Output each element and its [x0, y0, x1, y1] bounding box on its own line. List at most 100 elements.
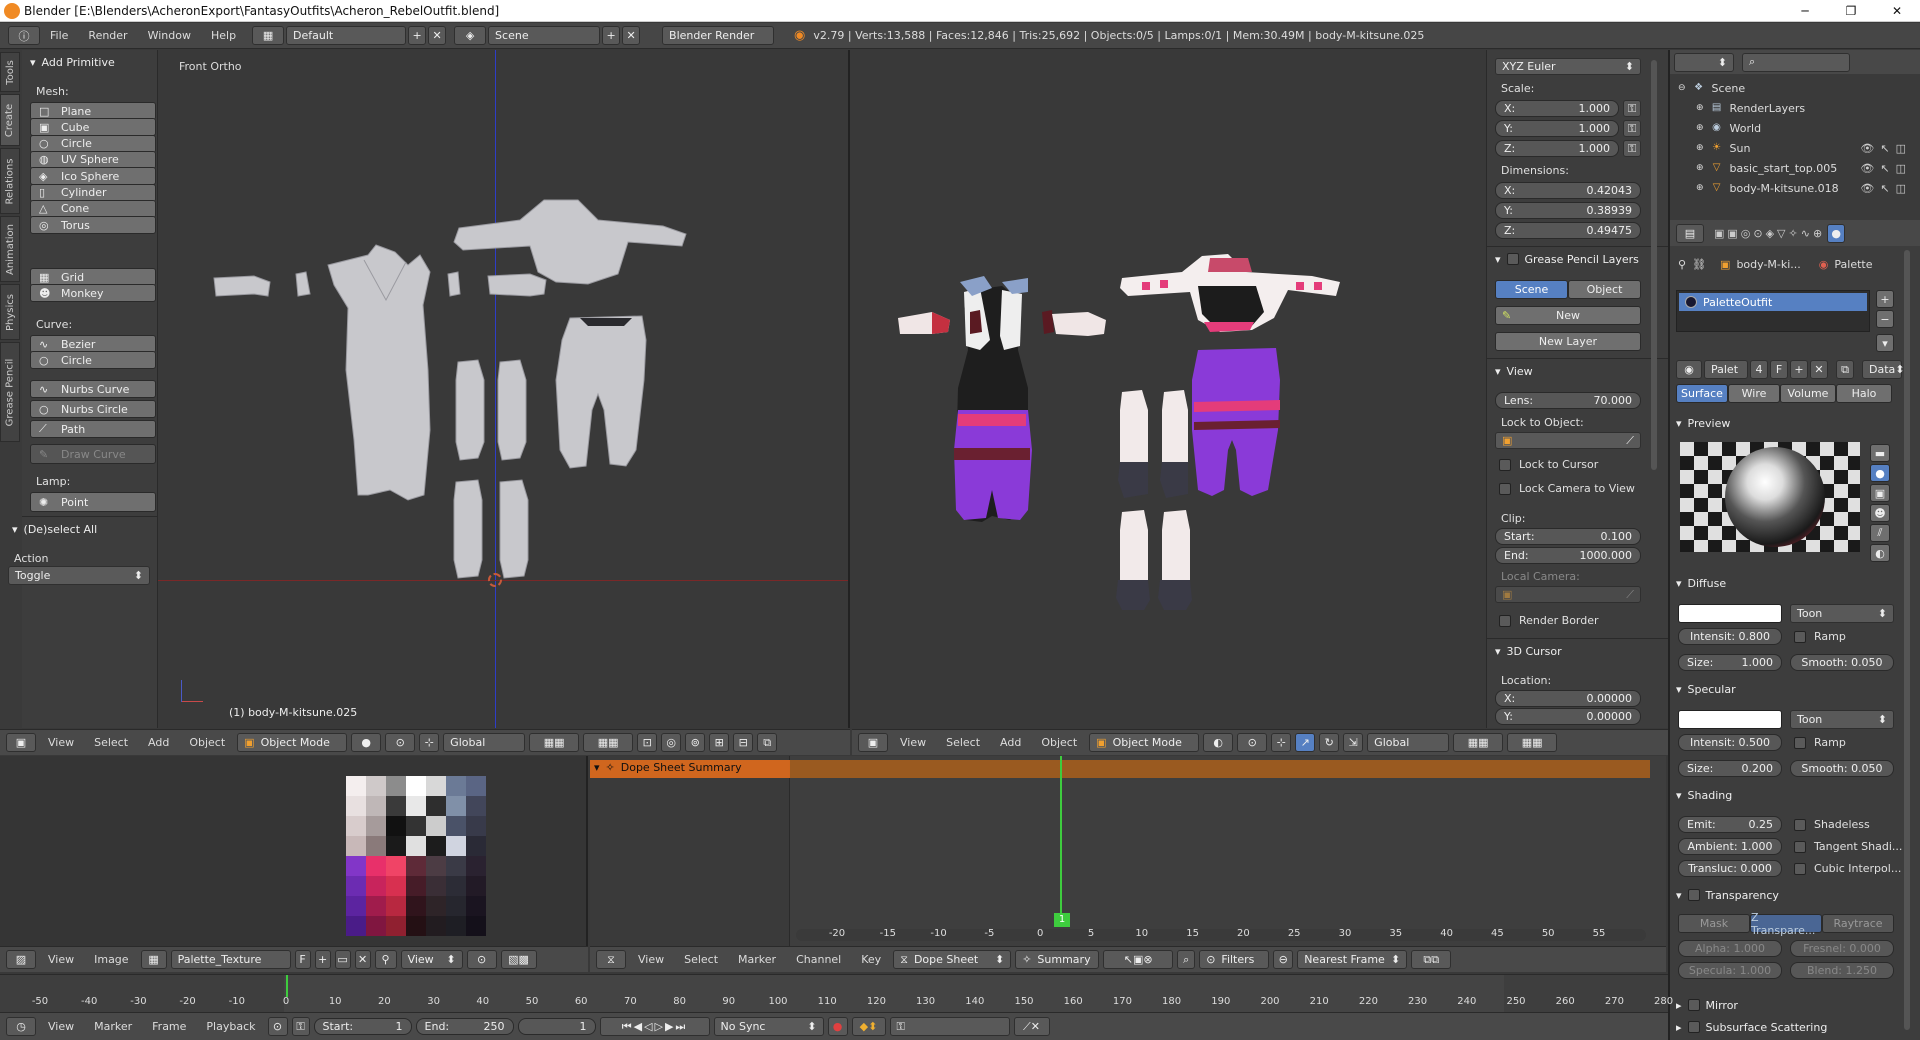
menu-select[interactable]: Select — [86, 736, 136, 749]
current-frame-field[interactable]: 1 — [517, 1018, 596, 1035]
outliner-item-scene[interactable]: ⊖ ❖ Scene — [1674, 78, 1918, 98]
timeline[interactable]: -50 -40 -30 -20 -10 0 10 20 30 40 50 60 70 80 90 100 110… — [0, 974, 1673, 1013]
diffuse-size-field[interactable]: Size: 1.000 — [1678, 654, 1782, 671]
scale-x-field[interactable]: X: 1.000 — [1495, 100, 1619, 117]
layout-icon[interactable]: ▦ — [252, 26, 285, 45]
layers-grid-right-1[interactable]: ▦▦ — [1453, 733, 1504, 752]
material-slot-list[interactable]: PaletteOutfit — [1676, 290, 1870, 332]
scale-z-lock-icon[interactable]: ⚿ — [1623, 140, 1641, 157]
preview-sky-icon[interactable]: ◐ — [1870, 544, 1890, 562]
point-lamp-button[interactable]: ✺ Point — [30, 492, 156, 512]
gp-new-layer-button[interactable]: New Layer — [1495, 332, 1641, 351]
add-uv-sphere-button[interactable]: ◍ UV Sphere — [30, 150, 156, 169]
new-material-icon[interactable]: + — [1790, 360, 1808, 379]
fake-user-button[interactable]: F — [1770, 360, 1788, 379]
transparency-mask-tab[interactable]: Mask — [1678, 914, 1750, 933]
outliner-item-renderlayers[interactable]: ⊕ ▤ RenderLayers — [1674, 98, 1918, 118]
scene-icon[interactable]: ◈ — [454, 26, 487, 45]
action-select[interactable]: Toggle ⬍ — [8, 566, 150, 585]
visibility-icons[interactable]: 👁↖◫ — [1860, 142, 1912, 155]
remove-scene-icon[interactable]: ✕ — [622, 26, 641, 45]
ds-menu-view[interactable]: View — [630, 953, 672, 966]
add-nurbs-circle-button[interactable]: ○ Nurbs Circle — [30, 400, 156, 418]
render-icon[interactable]: ⊟ — [733, 733, 754, 752]
add-cylinder-button[interactable]: ▯ Cylinder — [30, 183, 156, 202]
menu-add-right[interactable]: Add — [992, 736, 1029, 749]
expand-icon[interactable]: ⊕ — [1696, 123, 1704, 133]
preview-flat-icon[interactable]: ▬ — [1870, 444, 1890, 462]
outliner-display-select[interactable]: ⬍ — [1674, 52, 1734, 72]
lock-object-field[interactable]: ▣ ⟋ — [1495, 432, 1641, 449]
diffuse-shader-select[interactable]: Toon ⬍ — [1790, 604, 1894, 623]
scale-z-field[interactable]: Z: 1.000 — [1495, 140, 1619, 157]
ambient-field[interactable]: Ambient: 1.000 — [1678, 838, 1782, 855]
image-menu-image[interactable]: Image — [86, 953, 136, 966]
tab-wire[interactable]: Wire — [1728, 384, 1780, 403]
menu-view-right[interactable]: View — [892, 736, 934, 749]
properties-context-icons[interactable]: ▣▣◎⊙◈▽✧∿⊕ — [1714, 227, 1825, 240]
only-selected-icons[interactable]: ↖▣⊗ — [1103, 950, 1174, 969]
image-pivot-icon[interactable]: ⊙ — [466, 950, 497, 969]
image-view-mode-select[interactable]: View ⬍ — [400, 950, 463, 969]
add-scene-icon[interactable]: + — [602, 26, 621, 45]
browse-image-icon[interactable]: ▦ — [140, 950, 167, 969]
manipulator-right-icon[interactable]: ⊹ — [1271, 733, 1292, 752]
pin-image-icon[interactable]: ⚲ — [374, 950, 397, 969]
menu-object[interactable]: Object — [181, 736, 233, 749]
blend-field[interactable]: Blend: 1.250 — [1790, 962, 1894, 979]
preview-header[interactable]: ▾ Preview — [1676, 414, 1730, 432]
dimension-y-field[interactable]: Y: 0.38939 — [1495, 202, 1641, 219]
material-name-field[interactable]: Palet — [1704, 360, 1748, 379]
expand-icon[interactable]: ⊖ — [1678, 83, 1686, 93]
gp-new-button[interactable]: ✎ New — [1495, 306, 1641, 325]
properties-editor-scrollbar[interactable] — [1904, 250, 1910, 1030]
menu-window[interactable]: Window — [138, 29, 201, 42]
grease-pencil-header[interactable]: ▾ Grease Pencil Layers — [1495, 250, 1639, 268]
close-button[interactable]: ✕ — [1874, 0, 1920, 22]
textured-outfit-meshes[interactable] — [852, 50, 1484, 728]
expand-icon[interactable]: ⊕ — [1696, 163, 1704, 173]
lock-range-icon[interactable]: ⚿ — [291, 1017, 310, 1036]
outliner-item-basic-start-top-005[interactable]: ⊕ ▽ basic_start_top.005 👁↖◫ — [1674, 158, 1918, 178]
preview-hair-icon[interactable]: ⫽ — [1870, 524, 1890, 542]
sync-mode-select[interactable]: No Sync ⬍ — [713, 1017, 824, 1036]
editor-type-3dview-right-icon[interactable]: ▣ — [858, 733, 888, 752]
preview-cube-icon[interactable]: ▣ — [1870, 484, 1890, 502]
tab-animation[interactable]: Animation — [0, 216, 20, 282]
snap-mode-select[interactable]: Nearest Frame ⬍ — [1297, 950, 1408, 969]
ds-menu-marker[interactable]: Marker — [730, 953, 784, 966]
specular-color-swatch[interactable] — [1678, 710, 1782, 729]
ds-menu-select[interactable]: Select — [676, 953, 726, 966]
copy-paste-keys-icons[interactable]: ⧉⧉ — [1411, 950, 1452, 969]
new-image-icon[interactable]: + — [314, 950, 331, 969]
add-slot-icon[interactable]: + — [1876, 290, 1894, 308]
tl-menu-playback[interactable]: Playback — [198, 1020, 263, 1033]
maximize-button[interactable]: ❐ — [1828, 0, 1874, 22]
tl-menu-view[interactable]: View — [40, 1020, 82, 1033]
sss-header[interactable]: ▸ Subsurface Scattering — [1676, 1018, 1827, 1036]
dimension-x-field[interactable]: X: 0.42043 — [1495, 182, 1641, 199]
specular-smooth-field[interactable]: Smooth: 0.050 — [1790, 760, 1894, 777]
lock-camera-check[interactable]: Lock Camera to View — [1499, 482, 1635, 495]
tl-menu-marker[interactable]: Marker — [86, 1020, 140, 1033]
mode-select-right[interactable]: ▣ Object Mode — [1089, 733, 1200, 752]
unlink-image-icon[interactable]: ✕ — [354, 950, 371, 969]
add-plane-button[interactable]: □ Plane — [30, 102, 156, 120]
view-header[interactable]: ▾ View — [1495, 362, 1533, 380]
tab-relations[interactable]: Relations — [0, 148, 20, 214]
summary-toggle[interactable]: ✧ Summary — [1015, 950, 1100, 969]
orientation-select[interactable]: Global — [443, 733, 526, 752]
rotation-mode-select[interactable]: XYZ Euler ⬍ — [1495, 58, 1641, 75]
cursor-y-field[interactable]: Y: 0.00000 — [1495, 708, 1641, 725]
add-ico-sphere-button[interactable]: ◈ Ico Sphere — [30, 167, 156, 186]
translate-icon[interactable]: ↗ — [1295, 733, 1316, 752]
add-monkey-button[interactable]: ☻ Monkey — [30, 284, 156, 302]
ds-menu-key[interactable]: Key — [853, 953, 889, 966]
scale-y-field[interactable]: Y: 1.000 — [1495, 120, 1619, 137]
deselect-all-header[interactable]: ▾ (De)select All — [12, 520, 97, 538]
editor-type-dopesheet-icon[interactable]: ⧖ — [596, 950, 626, 969]
transparency-header[interactable]: ▾ Transparency — [1676, 886, 1779, 904]
end-frame-field[interactable]: End: 250 — [415, 1018, 514, 1035]
keying-set-icon[interactable]: ◆⬍ — [851, 1017, 886, 1036]
lock-icon[interactable]: ⊡ — [637, 733, 658, 752]
